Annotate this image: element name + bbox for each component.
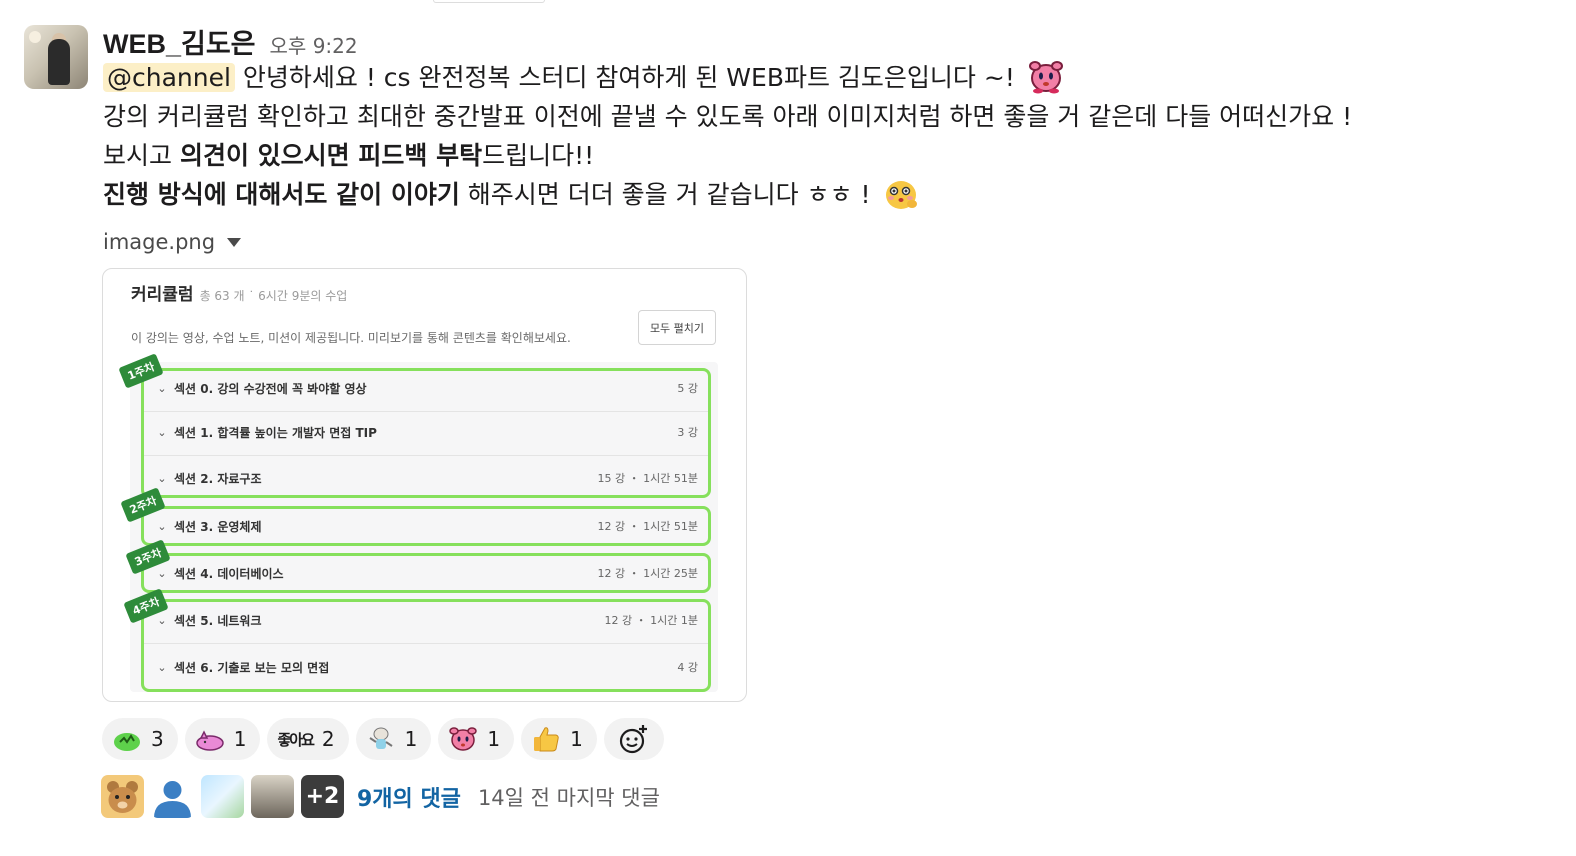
reaction-count: 2	[321, 727, 335, 751]
reply-avatar	[151, 775, 194, 818]
reaction-like-text[interactable]: 좋아요 2	[267, 718, 349, 760]
avatar-lamp	[29, 31, 41, 43]
week-4-highlight	[141, 599, 711, 692]
reaction-bar: 3 1 좋아요 2 1 1 1	[102, 718, 664, 760]
week-3-highlight	[141, 553, 711, 593]
thumbs-up-emoji-icon	[534, 727, 559, 752]
line3-prefix: 보시고	[103, 141, 180, 170]
add-reaction-button[interactable]	[603, 718, 664, 760]
add-emoji-icon	[619, 725, 647, 754]
channel-mention[interactable]: @channel	[103, 63, 235, 92]
thread-summary[interactable]: +2 9개의 댓글 14일 전 마지막 댓글	[101, 775, 660, 818]
reaction-thumbs-up[interactable]: 1	[521, 718, 597, 760]
reaction-count: 1	[404, 727, 418, 751]
curriculum-description: 이 강의는 영상, 수업 노트, 미션이 제공됩니다. 미리보기를 통해 콘텐츠…	[131, 331, 571, 345]
message-line-3: 보시고 의견이 있으시면 피드백 부탁드립니다!!	[103, 136, 594, 175]
reaction-green-blob[interactable]: 3	[102, 718, 178, 760]
reply-count-link[interactable]: 9개의 댓글	[357, 781, 461, 813]
attachment-label[interactable]: image.png	[103, 230, 242, 254]
expand-all-button: 모두 펼치기	[638, 310, 716, 345]
last-reply-time: 14일 전 마지막 댓글	[477, 785, 660, 810]
week-1-highlight	[141, 368, 711, 498]
line3-suffix: 드립니다!!	[482, 141, 595, 170]
timestamp[interactable]: 오후 9:22	[270, 30, 358, 59]
image-attachment[interactable]: 커리큘럼 총 63 개 ˙ 6시간 9분의 수업 이 강의는 영상, 수업 노트,…	[102, 268, 747, 702]
message-line-1: @channel 안녕하세요 ! cs 완전정복 스터디 참여하게 된 WEB파…	[103, 58, 1065, 98]
pink-cat-emoji-icon	[195, 730, 224, 751]
reaction-count: 1	[570, 727, 583, 751]
attachment-filename[interactable]: image.png	[103, 230, 215, 254]
bear-avatar-icon	[107, 781, 138, 813]
message-text: 안녕하세요 ! cs 완전정복 스터디 참여하게 된 WEB파트 김도은입니다 …	[234, 63, 1015, 92]
reaction-count: 1	[487, 727, 501, 751]
reply-avatar	[251, 775, 294, 818]
blushing-face-emoji-icon	[886, 181, 918, 209]
curriculum-screenshot: 커리큘럼 총 63 개 ˙ 6시간 9분의 수업 이 강의는 영상, 수업 노트,…	[106, 272, 743, 696]
line4-bold: 진행 방식에 대해서도 같이 이야기	[103, 180, 460, 209]
default-user-avatar-icon	[154, 781, 191, 818]
caret-down-icon[interactable]	[227, 237, 242, 247]
curriculum-subtitle: 총 63 개 ˙ 6시간 9분의 수업	[199, 289, 348, 303]
line4-suffix: 해주시면 더더 좋을 거 같습니다 ㅎㅎ !	[459, 180, 871, 209]
line3-bold: 의견이 있으시면 피드백 부탁	[179, 141, 483, 170]
reply-avatar	[201, 775, 244, 818]
avatar-person-body	[48, 39, 70, 85]
more-repliers-count: +2	[301, 775, 344, 818]
message-line-2: 강의 커리큘럼 확인하고 최대한 중간발표 이전에 끝낼 수 있도록 아래 이미…	[103, 102, 1353, 131]
reaction-count: 3	[151, 727, 164, 751]
reaction-count: 1	[233, 727, 247, 751]
kirby-emoji-icon	[1028, 61, 1063, 94]
message-header: WEB_김도은 오후 9:22	[103, 22, 358, 59]
message-line-4: 진행 방식에 대해서도 같이 이야기 해주시면 더더 좋을 거 같습니다 ㅎㅎ …	[103, 175, 920, 215]
curriculum-title: 커리큘럼 총 63 개 ˙ 6시간 9분의 수업	[131, 280, 347, 305]
dancing-cat-emoji-icon	[369, 727, 393, 749]
reaction-pink-cat[interactable]: 1	[184, 718, 261, 760]
like-text-emoji: 좋아요	[277, 730, 314, 749]
username[interactable]: WEB_김도은	[103, 22, 256, 61]
kirby-emoji-icon	[449, 727, 478, 751]
reaction-kirby[interactable]: 1	[438, 718, 515, 760]
week-2-highlight	[141, 506, 711, 546]
previous-message-edge	[433, 0, 545, 3]
user-avatar[interactable]	[24, 25, 88, 89]
reaction-dancing-cat[interactable]: 1	[355, 718, 432, 760]
green-blob-emoji-icon	[114, 733, 140, 751]
curriculum-title-text: 커리큘럼	[131, 285, 194, 305]
reply-avatar	[101, 775, 144, 818]
